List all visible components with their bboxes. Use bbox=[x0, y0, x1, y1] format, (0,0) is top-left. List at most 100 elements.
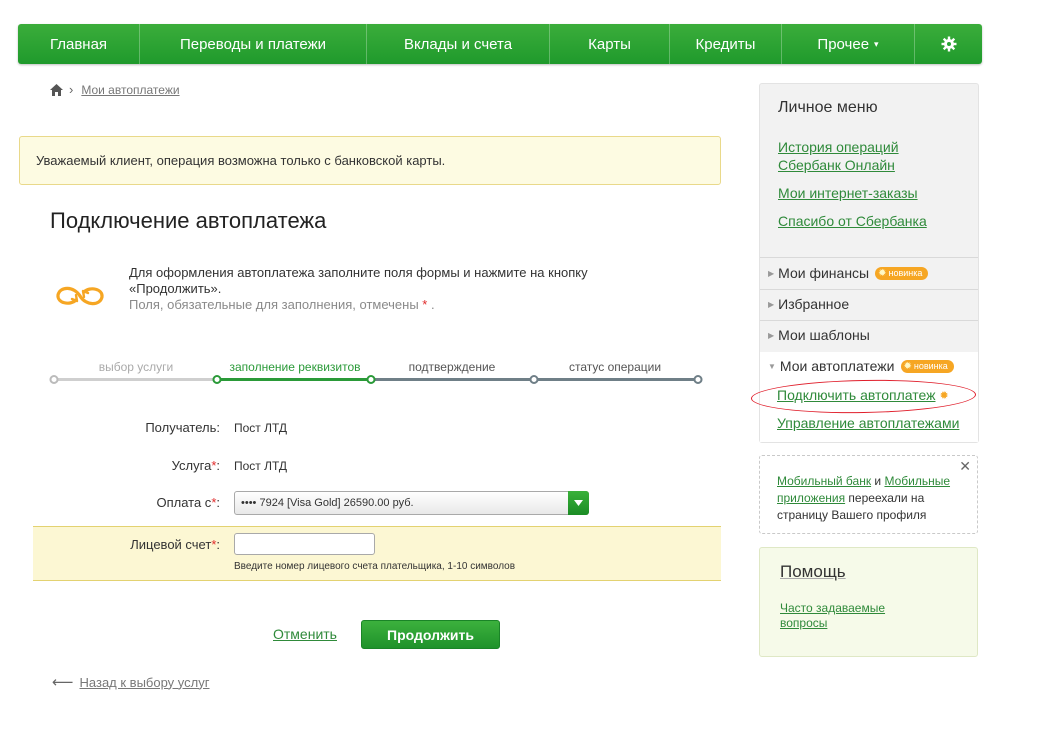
step-label-fill-details: заполнение реквизитов bbox=[229, 360, 361, 374]
gear-icon bbox=[941, 36, 956, 52]
sidebar-item-finances[interactable]: ▶ Мои финансы ✹ новинка bbox=[768, 265, 929, 281]
account-number-input[interactable] bbox=[234, 533, 375, 555]
required-note: Поля, обязательные для заполнения, отмеч… bbox=[129, 297, 669, 313]
badge-label: новинка bbox=[913, 361, 948, 371]
payment-label: Оплата с bbox=[156, 495, 212, 510]
service-value: Пост ЛТД bbox=[234, 459, 288, 473]
home-icon[interactable] bbox=[50, 83, 63, 96]
triangle-right-icon: ▶ bbox=[768, 268, 775, 278]
infinity-icon bbox=[56, 286, 104, 306]
top-navigation: Главная Переводы и платежи Вклады и счет… bbox=[18, 24, 982, 64]
payment-label-colon: : bbox=[216, 495, 220, 510]
triangle-right-icon: ▶ bbox=[768, 299, 775, 309]
sidebar-item-label: Мои шаблоны bbox=[778, 327, 870, 343]
nav-cards-label: Карты bbox=[588, 35, 631, 53]
service-label-wrap: Услуга*: bbox=[172, 458, 220, 473]
nav-settings[interactable] bbox=[915, 24, 982, 64]
sidebar-link-spasibo[interactable]: Спасибо от Сбербанка bbox=[778, 212, 958, 230]
step-label-confirmation: подтверждение bbox=[408, 360, 496, 374]
sidebar-link-orders[interactable]: Мои интернет-заказы bbox=[778, 184, 958, 202]
help-box: Помощь Часто задаваемые вопросы bbox=[759, 547, 978, 657]
chevron-down-icon bbox=[574, 500, 583, 506]
account-row-highlight bbox=[33, 526, 721, 581]
divider bbox=[760, 320, 978, 321]
new-badge: ✹ новинка bbox=[900, 359, 954, 373]
payment-label-wrap: Оплата с*: bbox=[156, 495, 220, 510]
progress-steps: выбор услуги заполнение реквизитов подтв… bbox=[0, 355, 740, 395]
sidebar-item-label: Мои автоплатежи bbox=[779, 358, 895, 374]
nav-deposits-label: Вклады и счета bbox=[403, 35, 513, 53]
cancel-link[interactable]: Отменить bbox=[273, 626, 337, 642]
nav-other[interactable]: Прочее ▾ bbox=[782, 24, 915, 64]
new-badge: ✹ новинка bbox=[875, 266, 929, 280]
sidebar-link-history[interactable]: История операций Сбербанк Онлайн bbox=[778, 138, 958, 174]
sun-icon: ✹ bbox=[878, 267, 887, 279]
triangle-right-icon: ▶ bbox=[768, 330, 775, 340]
payment-card-select[interactable]: •••• 7924 [Visa Gold] 26590.00 руб. bbox=[234, 491, 589, 515]
close-icon[interactable]: ✕ bbox=[959, 458, 971, 475]
nav-deposits[interactable]: Вклады и счета bbox=[367, 24, 550, 64]
account-label-colon: : bbox=[216, 537, 220, 552]
divider bbox=[760, 257, 978, 258]
divider bbox=[760, 289, 978, 290]
step-line-active bbox=[217, 378, 371, 381]
chevron-right-icon: › bbox=[69, 82, 74, 97]
required-note-end: . bbox=[430, 297, 435, 312]
sidebar-item-favorites[interactable]: ▶ Избранное bbox=[768, 296, 849, 312]
back-link[interactable]: Назад к выбору услуг bbox=[80, 675, 210, 690]
nav-cards[interactable]: Карты bbox=[550, 24, 670, 64]
intro-text-block: Для оформления автоплатежа заполните пол… bbox=[129, 265, 669, 313]
nav-main-label: Главная bbox=[49, 35, 108, 53]
intro-instruction: Для оформления автоплатежа заполните пол… bbox=[129, 265, 588, 296]
breadcrumb-autopayments-link[interactable]: Мои автоплатежи bbox=[81, 83, 179, 97]
payment-card-value: •••• 7924 [Visa Gold] 26590.00 руб. bbox=[241, 497, 414, 509]
step-dot bbox=[212, 375, 222, 384]
service-label: Услуга bbox=[171, 458, 212, 473]
moved-notice: ✕ Мобильный банк и Мобильные приложения … bbox=[759, 455, 978, 534]
nav-transfers-label: Переводы и платежи bbox=[179, 35, 327, 53]
sun-icon: ✹ bbox=[903, 360, 912, 372]
back-to-services[interactable]: ⟵ Назад к выбору услуг bbox=[52, 673, 209, 691]
breadcrumb: › Мои автоплатежи bbox=[50, 82, 180, 97]
required-star: * bbox=[422, 297, 428, 312]
nav-credits[interactable]: Кредиты bbox=[670, 24, 782, 64]
step-dot bbox=[529, 375, 539, 384]
step-label-select-service: выбор услуги bbox=[98, 360, 174, 374]
account-label-wrap: Лицевой счет*: bbox=[130, 537, 220, 552]
select-dropdown-button[interactable] bbox=[568, 491, 589, 515]
continue-button-label: Продолжить bbox=[387, 626, 474, 643]
notice-and: и bbox=[871, 474, 885, 488]
arrow-left-icon: ⟵ bbox=[52, 674, 74, 691]
alert-text: Уважаемый клиент, операция возможна толь… bbox=[36, 153, 446, 168]
nav-transfers[interactable]: Переводы и платежи bbox=[140, 24, 367, 64]
triangle-down-icon: ▼ bbox=[768, 361, 776, 371]
recipient-label: Получатель: bbox=[145, 420, 220, 435]
sidebar-sublink-manage-autopayments[interactable]: Управление автоплатежами bbox=[777, 415, 959, 431]
mobile-bank-link[interactable]: Мобильный банк bbox=[777, 474, 871, 488]
page-title: Подключение автоплатежа bbox=[50, 208, 327, 233]
sidebar-item-templates[interactable]: ▶ Мои шаблоны bbox=[768, 327, 870, 343]
step-line-completed bbox=[54, 378, 217, 381]
sidebar-item-label: Избранное bbox=[778, 296, 850, 312]
card-only-alert: Уважаемый клиент, операция возможна толь… bbox=[19, 136, 721, 185]
account-label: Лицевой счет bbox=[130, 537, 212, 552]
step-label-status: статус операции bbox=[568, 360, 662, 374]
recipient-value: Пост ЛТД bbox=[234, 421, 288, 435]
step-dot bbox=[49, 375, 59, 384]
help-title[interactable]: Помощь bbox=[780, 562, 846, 582]
sidebar-item-label: Мои финансы bbox=[778, 265, 870, 281]
faq-link[interactable]: Часто задаваемые вопросы bbox=[780, 601, 900, 631]
badge-label: новинка bbox=[888, 268, 923, 278]
required-note-text: Поля, обязательные для заполнения, отмеч… bbox=[129, 297, 419, 312]
continue-button[interactable]: Продолжить bbox=[361, 620, 500, 649]
sidebar-item-autopayments[interactable]: ▼ Мои автоплатежи ✹ новинка bbox=[768, 358, 954, 374]
step-dot bbox=[366, 375, 376, 384]
service-label-colon: : bbox=[216, 458, 220, 473]
nav-main[interactable]: Главная bbox=[18, 24, 140, 64]
account-hint: Введите номер лицевого счета плательщика… bbox=[234, 561, 516, 572]
chevron-down-icon: ▾ bbox=[874, 38, 879, 49]
nav-credits-label: Кредиты bbox=[695, 35, 756, 53]
personal-menu-title: Личное меню bbox=[778, 99, 878, 116]
nav-other-label: Прочее bbox=[817, 35, 870, 53]
step-dot bbox=[693, 375, 703, 384]
